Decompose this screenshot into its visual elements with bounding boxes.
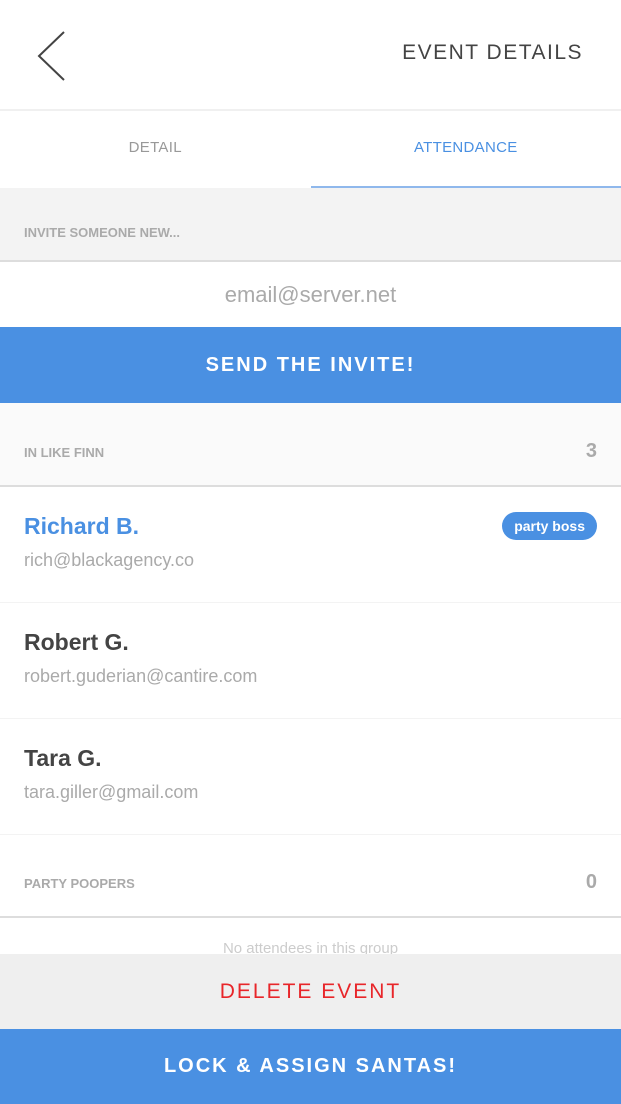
attendee-list: IN LIKE FINN 3 Richard B. rich@blackagen…: [0, 403, 621, 918]
invite-section-label: INVITE SOMEONE NEW...: [0, 188, 621, 262]
email-input[interactable]: [0, 263, 621, 327]
group-header-poopers: PARTY POOPERS 0: [0, 835, 621, 918]
delete-event-button[interactable]: DELETE EVENT: [0, 954, 621, 1029]
header: EVENT DETAILS: [0, 0, 621, 111]
tab-attendance[interactable]: ATTENDANCE: [310, 111, 621, 188]
tab-bar: DETAIL ATTENDANCE: [0, 111, 621, 188]
attendee-email: tara.giller@gmail.com: [24, 782, 199, 802]
attendee-email: robert.guderian@cantire.com: [24, 666, 258, 686]
chevron-left-icon[interactable]: [34, 30, 70, 82]
list-item[interactable]: Robert G. robert.guderian@cantire.com: [0, 603, 621, 719]
list-item[interactable]: Tara G. tara.giller@gmail.com: [0, 719, 621, 835]
send-invite-button[interactable]: SEND THE INVITE!: [0, 327, 621, 403]
group-label: IN LIKE FINN: [24, 444, 105, 460]
tab-detail[interactable]: DETAIL: [0, 111, 311, 188]
status-badge: party boss: [502, 512, 597, 540]
attendee-name: Tara G.: [24, 745, 102, 771]
group-count: 3: [585, 439, 597, 462]
lock-assign-button[interactable]: LOCK & ASSIGN SANTAS!: [0, 1029, 621, 1104]
attendee-name: Robert G.: [24, 629, 129, 655]
page-title: EVENT DETAILS: [402, 41, 583, 64]
list-item[interactable]: Richard B. rich@blackagency.co party bos…: [0, 487, 621, 603]
attendee-email: rich@blackagency.co: [24, 550, 195, 570]
group-header-in: IN LIKE FINN 3: [0, 403, 621, 487]
group-count: 0: [585, 871, 597, 893]
group-label: PARTY POOPERS: [24, 876, 135, 891]
